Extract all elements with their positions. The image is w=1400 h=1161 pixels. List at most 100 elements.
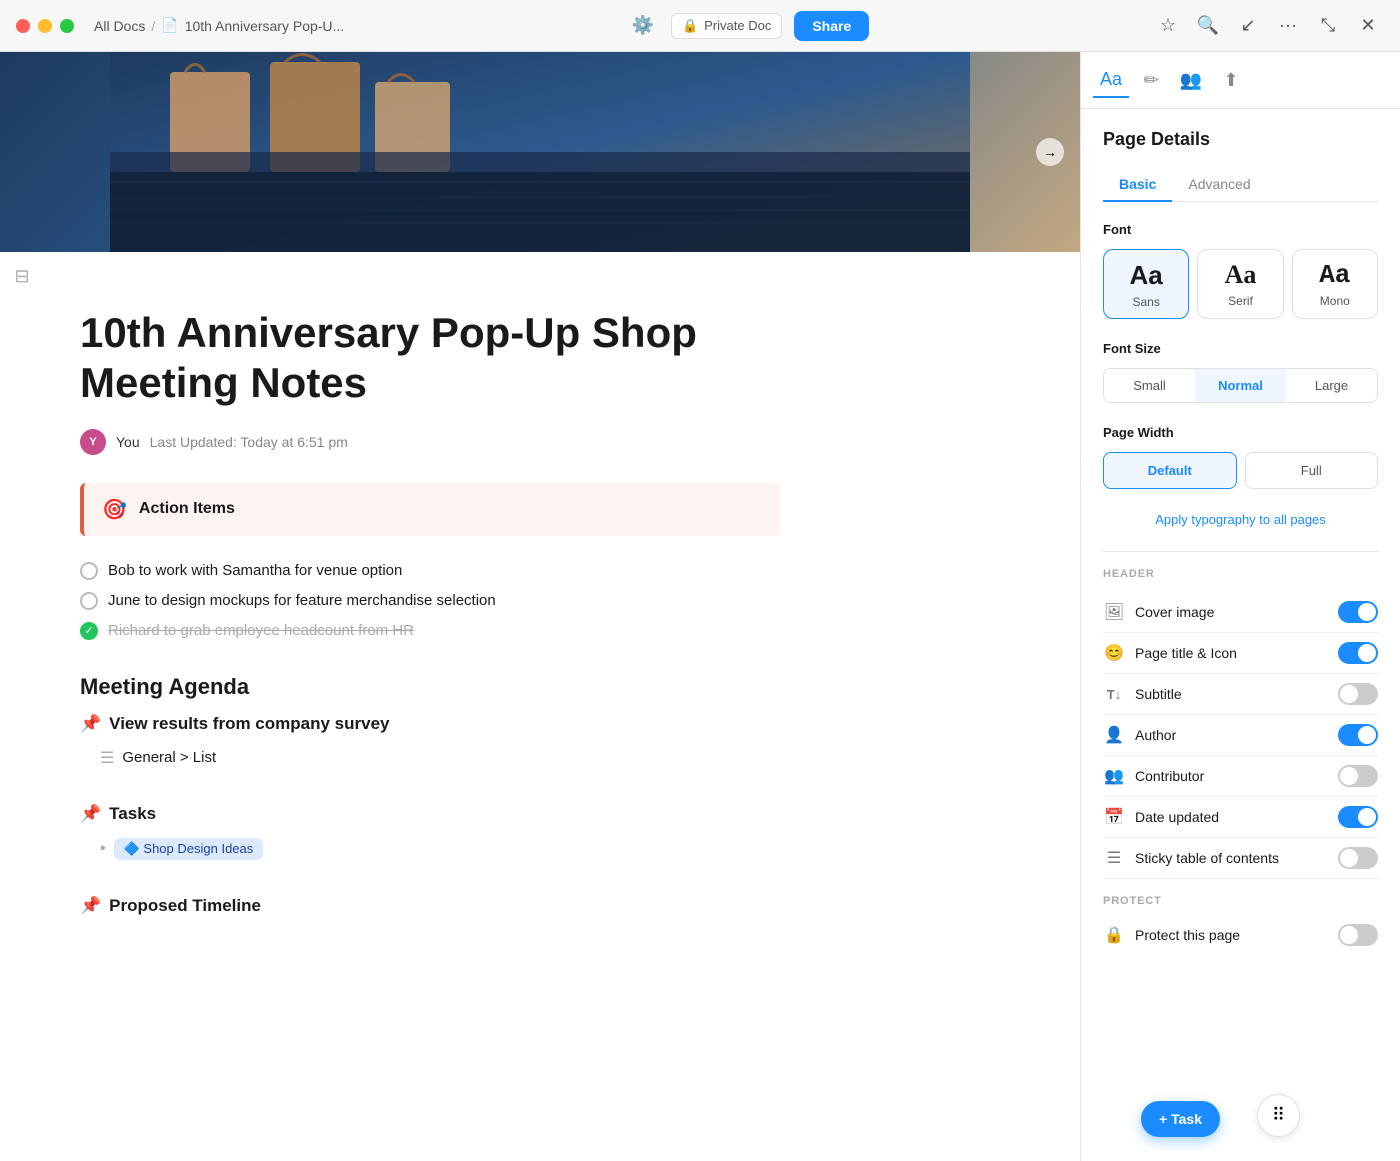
bullet-item-1: ☰ General > List [100, 744, 780, 772]
author-icon: 👤 [1103, 724, 1125, 746]
date-updated-toggle[interactable] [1338, 806, 1378, 828]
todo-text-2: June to design mockups for feature merch… [108, 592, 496, 609]
doc-title: 10th Anniversary Pop-Up Shop Meeting Not… [80, 308, 780, 409]
toggle-author: 👤 Author [1103, 715, 1378, 756]
todo-checkbox-2[interactable] [80, 592, 98, 610]
toggle-cover-image: 🖼 Cover image [1103, 592, 1378, 633]
grid-fab[interactable]: ⠿ [1257, 1094, 1300, 1137]
bullet-text-1: General > List [122, 749, 216, 766]
lock-icon: 🔒 [682, 18, 698, 34]
collapse-icon[interactable]: ⤡ [1312, 10, 1344, 42]
doc-icon: 📄 [161, 17, 178, 34]
todo-text-1: Bob to work with Samantha for venue opti… [108, 562, 402, 579]
sidebar-toggle-button[interactable]: ⊟ [8, 262, 36, 290]
timeline-section: 📌 Proposed Timeline [80, 896, 780, 916]
privacy-badge: 🔒 Private Doc [671, 13, 782, 39]
subtitle-label: Subtitle [1135, 686, 1328, 702]
todo-text-3: Richard to grab employee headcount from … [108, 622, 414, 639]
todo-list: Bob to work with Samantha for venue opti… [80, 556, 780, 646]
breadcrumb-separator: / [151, 18, 155, 34]
last-updated: Last Updated: Today at 6:51 pm [150, 434, 348, 450]
cover-arrow-button[interactable]: → [1036, 138, 1064, 166]
tasks-section: 📌 Tasks • 🔷 Shop Design Ideas [80, 804, 780, 864]
sub-tab-advanced[interactable]: Advanced [1172, 168, 1266, 202]
font-mono[interactable]: Aa Mono [1292, 249, 1378, 319]
sub-tab-basic[interactable]: Basic [1103, 168, 1172, 202]
font-options: Aa Sans Aa Serif Aa Mono [1103, 249, 1378, 319]
breadcrumb: All Docs / 📄 10th Anniversary Pop-U... [94, 17, 344, 34]
doc-content: 10th Anniversary Pop-Up Shop Meeting Not… [0, 252, 860, 1008]
tasks-subheading: 📌 Tasks [80, 804, 780, 824]
pin-icon-1: 📌 [80, 714, 101, 734]
breadcrumb-doc-name[interactable]: 10th Anniversary Pop-U... [185, 18, 345, 34]
doc-meta: Y You Last Updated: Today at 6:51 pm [80, 429, 780, 455]
protect-toggle[interactable] [1338, 924, 1378, 946]
toc-toggle[interactable] [1338, 847, 1378, 869]
tab-paint[interactable]: ✏ [1133, 62, 1169, 98]
star-icon[interactable]: ☆ [1152, 10, 1184, 42]
right-panel: Aa ✏ 👥 ⬆ Page Details Basic Advanced Fon… [1080, 52, 1400, 1161]
toc-icon: ☰ [1103, 847, 1125, 869]
font-sans-letter: Aa [1130, 260, 1163, 291]
subtitle-toggle[interactable] [1338, 683, 1378, 705]
font-serif-name: Serif [1228, 294, 1253, 308]
task-fab[interactable]: + Task [1141, 1101, 1220, 1137]
contributor-toggle[interactable] [1338, 765, 1378, 787]
panel-content: Page Details Basic Advanced Font Aa Sans… [1081, 109, 1400, 975]
todo-checkbox-1[interactable] [80, 562, 98, 580]
author-avatar: Y [80, 429, 106, 455]
author-name: You [116, 434, 140, 450]
size-normal[interactable]: Normal [1195, 369, 1286, 402]
font-sans[interactable]: Aa Sans [1103, 249, 1189, 319]
breadcrumb-all-docs[interactable]: All Docs [94, 18, 145, 34]
size-large[interactable]: Large [1286, 369, 1377, 402]
more-icon[interactable]: ··· [1272, 10, 1304, 42]
settings-icon[interactable]: ⚙️ [627, 10, 659, 42]
list-icon: ☰ [100, 748, 114, 768]
expand-icon[interactable]: ↙ [1232, 10, 1264, 42]
bullet-item-2: • 🔷 Shop Design Ideas [100, 834, 780, 864]
bullet-dot: • [100, 840, 106, 858]
timeline-text: Proposed Timeline [109, 896, 261, 916]
tasks-bullet-list: • 🔷 Shop Design Ideas [80, 834, 780, 864]
apply-typography-link[interactable]: Apply typography to all pages [1155, 512, 1326, 527]
cover-image-toggle[interactable] [1338, 601, 1378, 623]
close-button[interactable] [16, 19, 30, 33]
page-title-icon: 😊 [1103, 642, 1125, 664]
font-label: Font [1103, 222, 1378, 237]
tab-people[interactable]: 👥 [1173, 62, 1209, 98]
apply-link: Apply typography to all pages [1103, 511, 1378, 529]
todo-checkbox-3[interactable]: ✓ [80, 622, 98, 640]
close-window-icon[interactable]: ✕ [1352, 10, 1384, 42]
callout-icon: 🎯 [102, 497, 127, 522]
search-icon[interactable]: 🔍 [1192, 10, 1224, 42]
author-toggle[interactable] [1338, 724, 1378, 746]
tab-text[interactable]: Aa [1093, 62, 1129, 98]
protect-label-text: Protect this page [1135, 927, 1328, 943]
titlebar-actions: ☆ 🔍 ↙ ··· ⤡ ✕ [1152, 10, 1384, 42]
titlebar: All Docs / 📄 10th Anniversary Pop-U... ⚙… [0, 0, 1400, 52]
share-button[interactable]: Share [794, 11, 869, 41]
todo-item: ✓ Richard to grab employee headcount fro… [80, 616, 780, 646]
timeline-subheading: 📌 Proposed Timeline [80, 896, 780, 916]
minimize-button[interactable] [38, 19, 52, 33]
tab-export[interactable]: ⬆ [1213, 62, 1249, 98]
toggle-contributor: 👥 Contributor [1103, 756, 1378, 797]
width-full[interactable]: Full [1245, 452, 1379, 489]
maximize-button[interactable] [60, 19, 74, 33]
toggle-page-title: 😊 Page title & Icon [1103, 633, 1378, 674]
protect-icon: 🔒 [1103, 924, 1125, 946]
author-label: Author [1135, 727, 1328, 743]
pin-icon-3: 📌 [80, 896, 101, 916]
size-small[interactable]: Small [1104, 369, 1195, 402]
font-size-options: Small Normal Large [1103, 368, 1378, 403]
width-default[interactable]: Default [1103, 452, 1237, 489]
page-title-toggle[interactable] [1338, 642, 1378, 664]
cover-image-icon: 🖼 [1103, 601, 1125, 623]
toggle-subtitle: T↓ Subtitle [1103, 674, 1378, 715]
font-serif-letter: Aa [1225, 260, 1257, 290]
callout-text: Action Items [139, 500, 235, 518]
font-size-label: Font Size [1103, 341, 1378, 356]
page-width-options: Default Full [1103, 452, 1378, 489]
font-serif[interactable]: Aa Serif [1197, 249, 1283, 319]
